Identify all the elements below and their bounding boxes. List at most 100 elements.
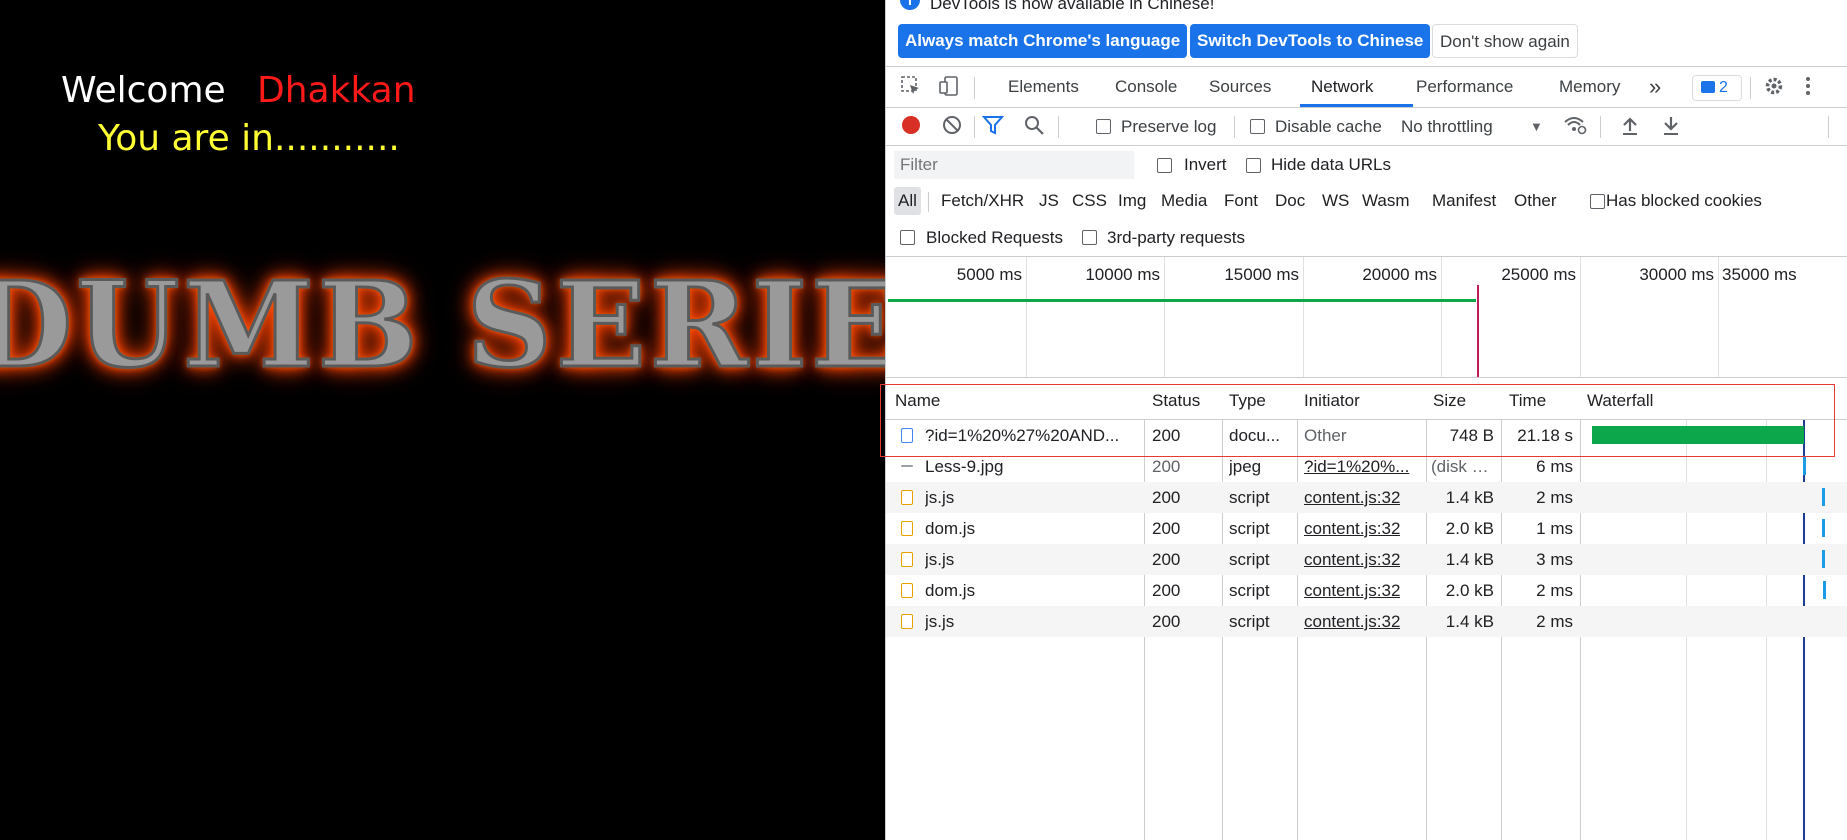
import-har-icon[interactable] [1618, 114, 1642, 138]
row-initiator[interactable]: content.js:32 [1304, 544, 1400, 575]
row-type: script [1229, 550, 1270, 569]
image-file-icon [901, 465, 913, 467]
blocked-requests-checkbox[interactable] [900, 230, 915, 245]
devtools-tabbar: Elements Console Sources Network Perform… [886, 67, 1847, 108]
type-other[interactable]: Other [1510, 187, 1561, 215]
table-row[interactable]: ?id=1%20%27%20AND... 200 docu... Other 7… [886, 420, 1847, 451]
tab-elements[interactable]: Elements [1008, 67, 1079, 107]
settings-gear-icon[interactable] [1762, 75, 1786, 99]
table-row[interactable]: dom.js 200 script content.js:32 2.0 kB 1… [886, 513, 1847, 544]
login-status-text: You are in........... [98, 118, 400, 159]
row-name: js.js [925, 550, 955, 569]
dont-show-again-button[interactable]: Don't show again [1432, 24, 1578, 58]
preserve-log-checkbox[interactable] [1096, 119, 1111, 134]
row-type: docu... [1229, 426, 1281, 445]
col-type[interactable]: Type [1229, 383, 1266, 419]
throttling-select[interactable]: No throttling [1401, 108, 1493, 145]
type-font[interactable]: Font [1220, 187, 1262, 215]
filter-funnel-icon[interactable] [981, 114, 1005, 138]
tab-console[interactable]: Console [1115, 67, 1177, 107]
search-icon[interactable] [1022, 114, 1046, 138]
row-name: js.js [925, 612, 955, 631]
tab-sources[interactable]: Sources [1209, 67, 1271, 107]
row-status: 200 [1152, 519, 1181, 538]
timeline-tick-label: 35000 ms [1722, 265, 1797, 284]
record-icon[interactable] [899, 114, 923, 138]
devtools-panel: i DevTools is now available in Chinese! … [885, 0, 1847, 840]
row-size: 1.4 kB [1445, 612, 1494, 631]
more-tabs-icon[interactable]: » [1649, 67, 1661, 107]
col-size[interactable]: Size [1433, 383, 1466, 419]
network-overview-timeline[interactable]: 5000 ms 10000 ms 15000 ms 20000 ms 25000… [886, 257, 1847, 378]
row-status: 200 [1152, 550, 1181, 569]
timeline-tick-label: 25000 ms [1501, 265, 1576, 284]
hide-data-urls-checkbox[interactable] [1246, 158, 1261, 173]
row-initiator[interactable]: content.js:32 [1304, 482, 1400, 513]
welcome-text: Welcome [61, 70, 226, 111]
info-icon: i [900, 0, 920, 10]
row-initiator[interactable]: content.js:32 [1304, 575, 1400, 606]
hide-data-urls-label: Hide data URLs [1271, 155, 1392, 174]
script-file-icon [901, 490, 913, 505]
kebab-menu-icon[interactable] [1796, 75, 1820, 99]
waterfall-bar [1822, 550, 1825, 568]
row-name: ?id=1%20%27%20AND... [925, 426, 1120, 445]
network-conditions-icon[interactable] [1563, 114, 1587, 138]
match-language-button[interactable]: Always match Chrome's language [898, 24, 1188, 58]
row-name: js.js [925, 488, 955, 507]
type-js[interactable]: JS [1035, 187, 1063, 215]
row-name: Less-9.jpg [925, 457, 1004, 476]
blocked-requests-row: Blocked Requests 3rd-party requests [886, 220, 1847, 257]
type-img[interactable]: Img [1114, 187, 1150, 215]
col-time[interactable]: Time [1509, 383, 1546, 419]
row-size: 2.0 kB [1445, 581, 1494, 600]
username-text: Dhakkan [257, 70, 416, 111]
row-initiator[interactable]: ?id=1%20%... [1304, 451, 1419, 482]
row-initiator[interactable]: content.js:32 [1304, 513, 1400, 544]
type-manifest[interactable]: Manifest [1428, 187, 1500, 215]
col-status[interactable]: Status [1152, 383, 1200, 419]
type-media[interactable]: Media [1157, 187, 1211, 215]
tab-performance[interactable]: Performance [1416, 67, 1513, 107]
filter-input[interactable] [894, 151, 1134, 179]
table-row[interactable]: js.js 200 script content.js:32 1.4 kB 2 … [886, 606, 1847, 637]
table-row[interactable]: dom.js 200 script content.js:32 2.0 kB 2… [886, 575, 1847, 606]
resource-type-filters: All Fetch/XHR JS CSS Img Media Font Doc … [886, 184, 1847, 220]
row-time: 2 ms [1536, 612, 1573, 631]
has-blocked-cookies-label: Has blocked cookies [1606, 191, 1762, 210]
device-toolbar-icon[interactable] [937, 75, 961, 99]
tab-memory[interactable]: Memory [1559, 67, 1620, 107]
type-fetch-xhr[interactable]: Fetch/XHR [937, 187, 1028, 215]
type-wasm[interactable]: Wasm [1358, 187, 1414, 215]
issues-counter[interactable]: 2 [1692, 75, 1742, 101]
row-initiator: Other [1304, 426, 1347, 445]
export-har-icon[interactable] [1659, 114, 1683, 138]
type-all[interactable]: All [894, 187, 921, 215]
inspect-element-icon[interactable] [899, 75, 923, 99]
table-row[interactable]: js.js 200 script content.js:32 1.4 kB 2 … [886, 482, 1847, 513]
table-row[interactable]: Less-9.jpg 200 jpeg ?id=1%20%... (disk c… [886, 451, 1847, 482]
row-time: 3 ms [1536, 550, 1573, 569]
type-doc[interactable]: Doc [1271, 187, 1309, 215]
row-name: dom.js [925, 581, 976, 600]
invert-checkbox[interactable] [1157, 158, 1172, 173]
row-time: 21.18 s [1517, 426, 1573, 445]
row-initiator[interactable]: content.js:32 [1304, 606, 1400, 637]
col-name[interactable]: Name [895, 383, 940, 419]
web-page-viewport: Welcome Dhakkan You are in........... DU… [0, 0, 885, 840]
col-waterfall[interactable]: Waterfall [1587, 383, 1653, 419]
type-ws[interactable]: WS [1318, 187, 1353, 215]
col-initiator[interactable]: Initiator [1304, 383, 1360, 419]
switch-chinese-button[interactable]: Switch DevTools to Chinese [1190, 24, 1431, 58]
requests-table: Name Status Type Initiator Size Time Wat… [886, 383, 1847, 840]
waterfall-bar [1822, 519, 1825, 537]
row-time: 2 ms [1536, 488, 1573, 507]
tab-network[interactable]: Network [1300, 67, 1413, 107]
throttling-dropdown-icon[interactable]: ▼ [1530, 108, 1543, 145]
type-css[interactable]: CSS [1068, 187, 1111, 215]
table-row[interactable]: js.js 200 script content.js:32 1.4 kB 3 … [886, 544, 1847, 575]
third-party-checkbox[interactable] [1082, 230, 1097, 245]
timeline-tick-label: 10000 ms [1085, 265, 1160, 284]
disable-cache-checkbox[interactable] [1250, 119, 1265, 134]
clear-icon[interactable] [940, 114, 964, 138]
